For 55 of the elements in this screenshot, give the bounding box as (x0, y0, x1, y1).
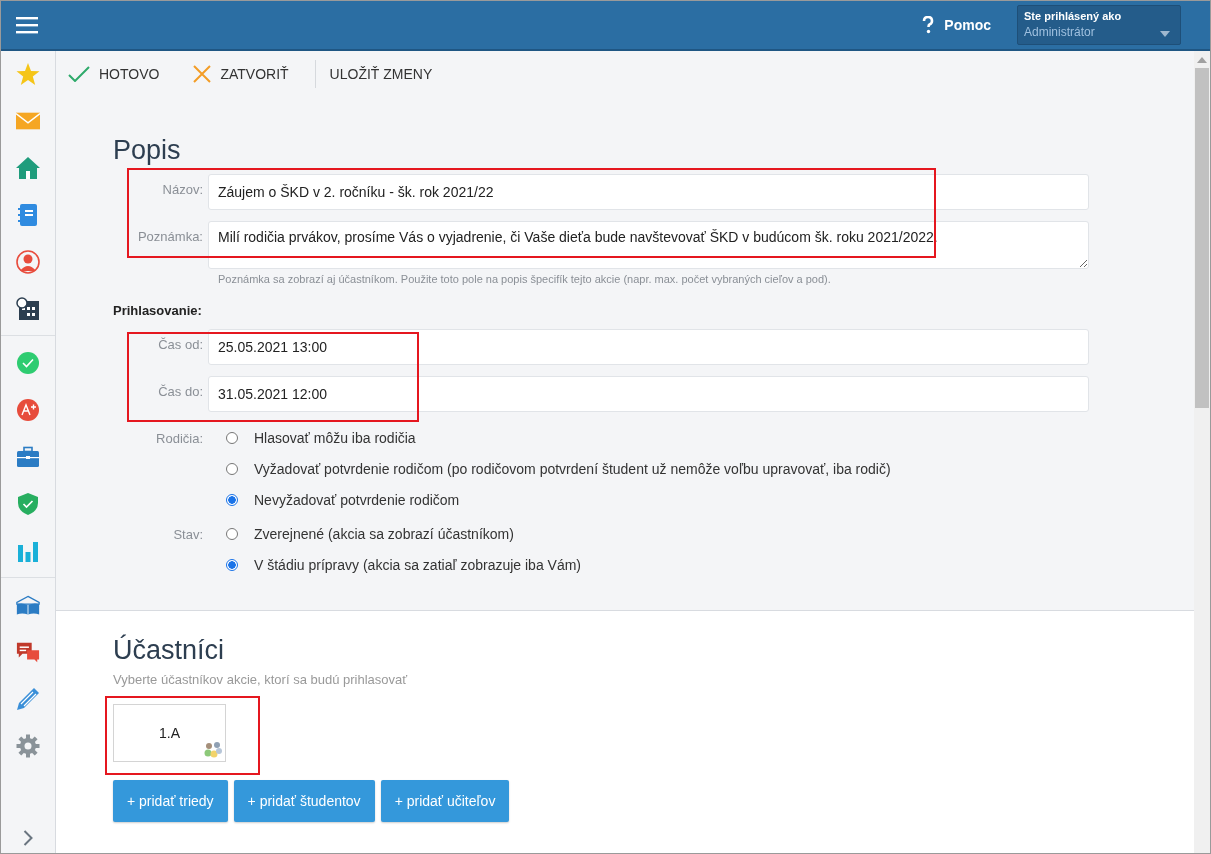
field-label: Čas do: (157, 383, 204, 399)
title-input[interactable]: Záujem o ŠKD v 2. ročníku - šk. rok 2021/22 (208, 174, 1089, 210)
radio-button[interactable] (226, 494, 238, 506)
class-card[interactable]: 1.A (113, 704, 226, 762)
radio-button[interactable] (226, 528, 238, 540)
radio-button[interactable] (226, 463, 238, 475)
grade-icon[interactable] (16, 398, 40, 422)
bar-chart-icon[interactable] (16, 539, 40, 563)
person-icon[interactable] (16, 250, 40, 274)
field-label: Názov: (161, 181, 204, 197)
datetime-input[interactable]: 25.05.2021 13:00 (208, 329, 1089, 365)
caret-icon (1160, 31, 1170, 37)
menu-icon[interactable] (16, 16, 38, 34)
field-label: Rodičia: (155, 430, 204, 448)
pencil-icon[interactable] (16, 687, 40, 711)
option-label[interactable]: Hlasovať môžu iba rodičia (254, 430, 416, 446)
badge-check-icon[interactable] (16, 351, 40, 375)
house-icon[interactable] (16, 156, 40, 180)
help-icon (922, 16, 935, 34)
section-title: Popis (113, 135, 182, 166)
option-label[interactable]: Vyžadovať potvrdenie rodičom (po rodičovom potvrdení študent už nemôže voľbu upravovať, iba rodič) (254, 461, 891, 477)
done-button[interactable]: HOTOVO (68, 62, 160, 86)
shield-check-icon[interactable] (16, 492, 40, 516)
option-label[interactable]: Zverejnené (akcia sa zobrazí účastníkom) (254, 526, 514, 542)
save-button[interactable]: ULOŽIŤ ZMENY (329, 62, 433, 86)
calendar-icon[interactable] (16, 297, 40, 321)
field-label: Stav: (172, 526, 204, 544)
scroll-thumb[interactable] (1195, 68, 1209, 408)
subsection-title: Prihlasovanie: (113, 303, 203, 318)
notebook-icon[interactable] (16, 203, 40, 227)
radio-button[interactable] (226, 432, 238, 444)
user-name: Administrátor (1024, 25, 1095, 39)
close-icon (193, 65, 212, 83)
scrollbar[interactable] (1194, 51, 1210, 853)
section-title: Účastníci (113, 635, 226, 666)
briefcase-icon[interactable] (16, 445, 40, 469)
field-label: Čas od: (157, 336, 204, 352)
chevron-right-icon[interactable] (23, 830, 33, 846)
radio-button[interactable] (226, 559, 238, 571)
check-icon (68, 66, 90, 82)
field-label: Poznámka: (136, 228, 204, 244)
user-label: Ste prihlásený ako (1024, 10, 1122, 22)
star-icon[interactable] (16, 62, 40, 86)
book-icon[interactable] (16, 593, 40, 617)
group-icon (203, 740, 223, 758)
user-dropdown[interactable]: Ste prihlásený ako Administrátor (1017, 5, 1181, 45)
section-subtitle: Vyberte účastníkov akcie, ktorí sa budú prihlasovať (113, 672, 409, 687)
datetime-input[interactable]: 31.05.2021 12:00 (208, 376, 1089, 412)
help-button[interactable]: Pomoc (922, 16, 991, 34)
close-button[interactable]: ZATVORIŤ (193, 61, 289, 87)
hint-text: Poznámka sa zobrazí aj účastníkom. Použite toto pole na popis špecifík tejto akcie (napr. max. počet vybraných cieľov a pod). (217, 273, 831, 285)
option-label[interactable]: Nevyžadovať potvrdenie rodičom (254, 492, 460, 508)
option-label[interactable]: V štádiu prípravy (akcia sa zatiaľ zobrazuje iba Vám) (254, 557, 581, 573)
chat-icon[interactable] (16, 640, 40, 664)
scroll-up-icon[interactable] (1197, 57, 1207, 63)
